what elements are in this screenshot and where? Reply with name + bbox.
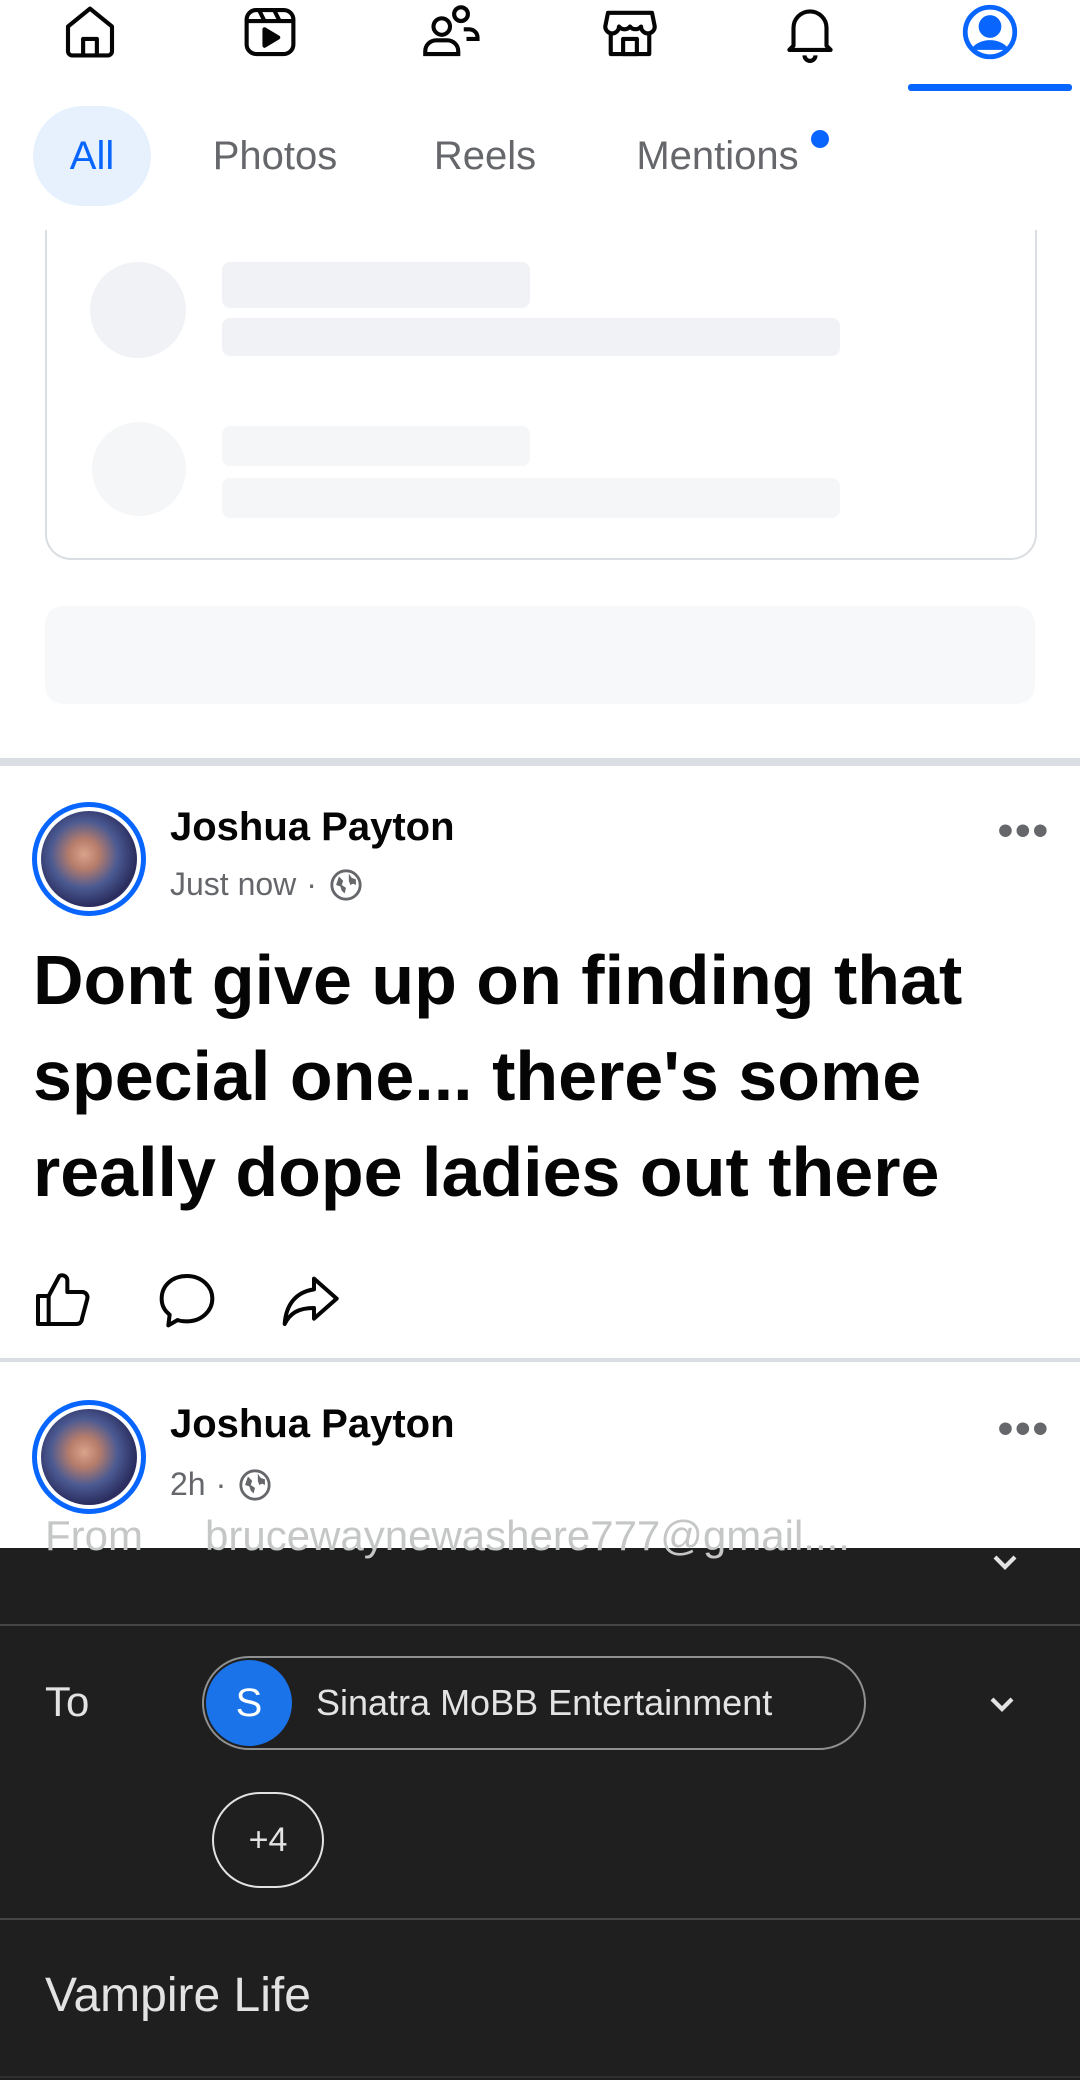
to-label: To	[45, 1678, 90, 1725]
post-text: Dont give up on finding that special one…	[33, 941, 963, 1211]
home-icon[interactable]	[50, 0, 130, 64]
profile-icon[interactable]	[950, 0, 1030, 64]
email-compose-panel: From brucewaynewashere777@gmail.... To S…	[0, 1512, 1080, 2080]
skeleton-avatar	[92, 422, 186, 516]
skeleton-line	[222, 262, 530, 308]
friends-icon[interactable]	[410, 0, 490, 64]
post-timestamp[interactable]: 2h	[170, 1466, 206, 1503]
loading-skeleton-bar	[45, 606, 1035, 704]
meta-separator: ·	[306, 866, 317, 902]
video-icon[interactable]	[230, 0, 310, 64]
avatar[interactable]	[32, 802, 146, 916]
marketplace-icon[interactable]	[590, 0, 670, 64]
more-options-button[interactable]: •••	[998, 1404, 1050, 1454]
from-label: From	[45, 1512, 143, 1559]
post-meta: Just now ·	[170, 866, 363, 903]
section-divider	[0, 758, 1080, 766]
globe-icon	[330, 868, 362, 901]
comment-icon[interactable]	[155, 1268, 219, 1332]
skeleton-line	[222, 318, 840, 356]
active-tab-indicator	[908, 84, 1072, 91]
field-separator	[0, 1624, 1080, 1626]
skeleton-avatar	[90, 262, 186, 358]
subject-field[interactable]: Vampire Life	[45, 1968, 311, 2023]
recipient-chip[interactable]: S Sinatra MoBB Entertainment	[202, 1656, 866, 1750]
avatar[interactable]	[32, 1400, 146, 1514]
meta-separator: ·	[215, 1466, 227, 1502]
skeleton-line	[222, 426, 530, 466]
post-author-name[interactable]: Joshua Payton	[170, 805, 455, 850]
filter-chip-row: All Photos Reels Mentions	[0, 92, 1080, 222]
post-author-name[interactable]: Joshua Payton	[170, 1402, 455, 1447]
mentions-badge	[811, 130, 829, 148]
from-row: From brucewaynewashere777@gmail....	[0, 1512, 1080, 1572]
more-options-button[interactable]: •••	[998, 806, 1050, 856]
filter-chip-reels[interactable]: Reels	[410, 106, 560, 206]
loading-skeleton-card	[45, 230, 1037, 560]
post-timestamp[interactable]: Just now	[170, 866, 296, 903]
field-separator	[0, 1918, 1080, 1920]
from-address[interactable]: brucewaynewashere777@gmail....	[205, 1512, 850, 1560]
filter-chip-all[interactable]: All	[33, 106, 151, 206]
recipient-avatar: S	[206, 1660, 292, 1746]
notifications-icon[interactable]	[770, 0, 850, 64]
recipient-name: Sinatra MoBB Entertainment	[316, 1682, 773, 1723]
like-icon[interactable]	[30, 1268, 94, 1332]
skeleton-line	[222, 478, 840, 518]
globe-icon	[239, 1468, 271, 1501]
chevron-down-icon[interactable]	[985, 1542, 1025, 1582]
chevron-down-icon[interactable]	[982, 1684, 1022, 1724]
more-recipients-chip[interactable]: +4	[212, 1792, 324, 1888]
share-icon[interactable]	[278, 1268, 342, 1332]
top-navigation-bar	[0, 0, 1080, 94]
post-meta: 2h ·	[170, 1466, 272, 1503]
filter-chip-mentions[interactable]: Mentions	[615, 106, 820, 206]
field-separator	[0, 2076, 1080, 2078]
filter-chip-photos[interactable]: Photos	[190, 106, 360, 206]
